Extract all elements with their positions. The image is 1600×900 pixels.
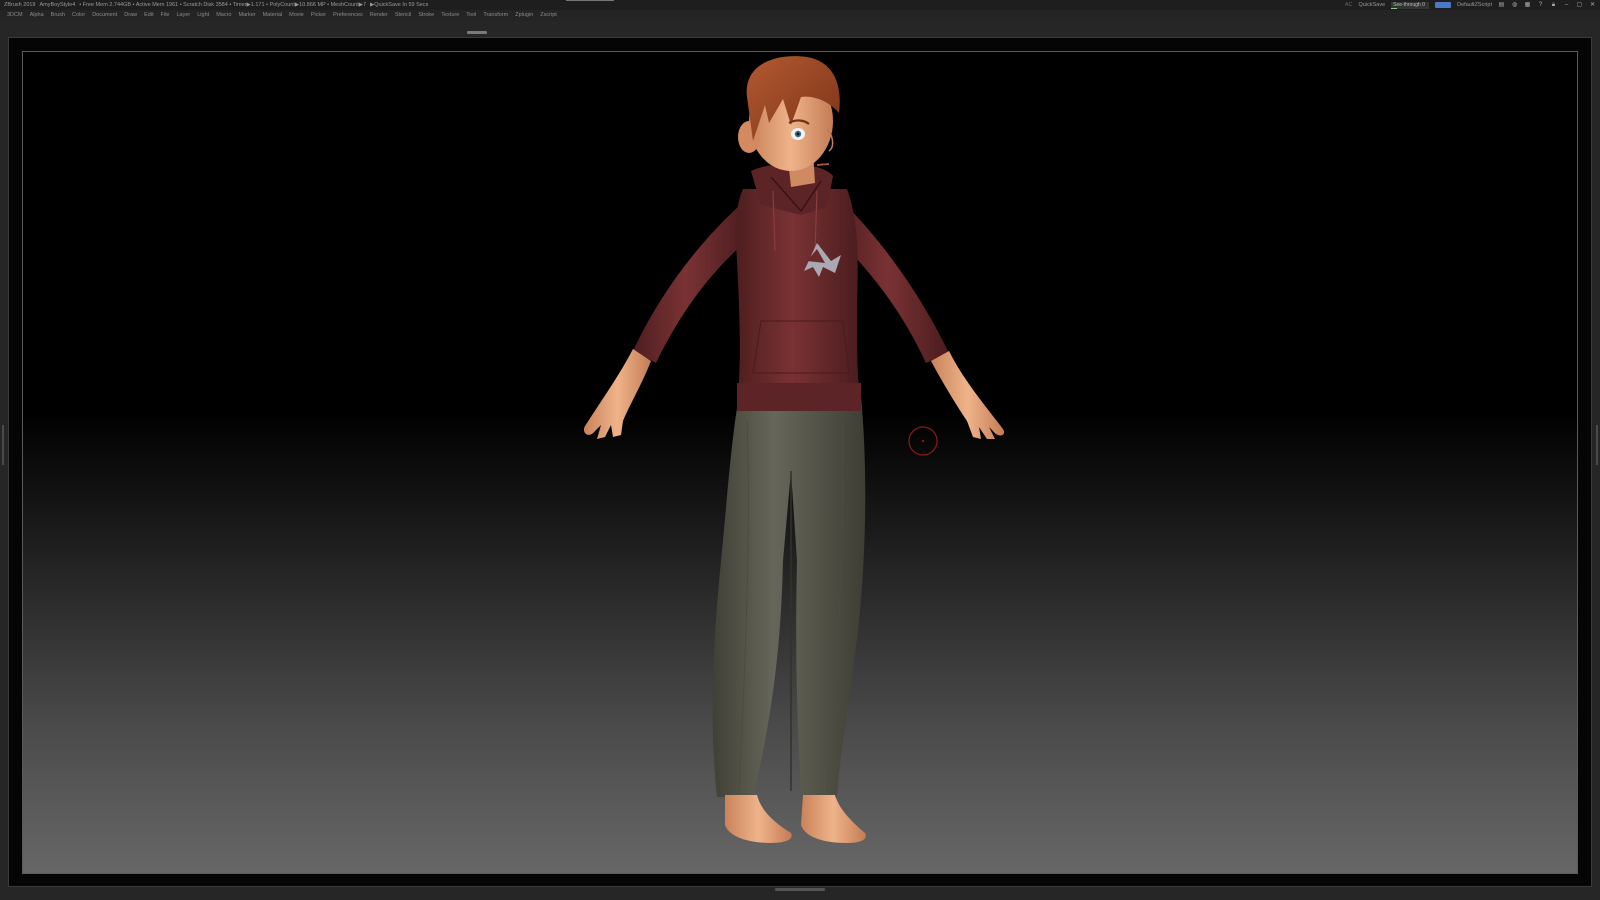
close-icon[interactable]: ✕ <box>1589 2 1596 8</box>
right-tray-handle[interactable] <box>1596 425 1598 465</box>
menu-item-color[interactable]: Color <box>72 10 85 21</box>
character-model[interactable] <box>23 52 1578 874</box>
see-through-value: 0 <box>1422 1 1425 8</box>
see-through-label: See-through <box>1393 1 1421 8</box>
feet <box>725 795 866 843</box>
right-arm <box>837 206 1005 439</box>
menu-item-layer[interactable]: Layer <box>176 10 190 21</box>
menu-item-render[interactable]: Render <box>370 10 388 21</box>
layout-icon[interactable]: ▦ <box>1524 2 1531 8</box>
menu-item-stencil[interactable]: Stencil <box>395 10 412 21</box>
menu-item-document[interactable]: Document <box>92 10 117 21</box>
tab-indicator <box>566 0 614 1</box>
bottom-shelf-handle[interactable] <box>775 888 825 891</box>
pants <box>712 396 866 797</box>
menu-item-tool[interactable]: Tool <box>466 10 476 21</box>
hoodie <box>735 164 861 411</box>
see-through-fill <box>1391 7 1398 9</box>
menu-item-texture[interactable]: Texture <box>441 10 459 21</box>
app-title: ZBrush 2019 <box>4 2 36 8</box>
project-name: AmyBoyStyle4 <box>39 2 76 8</box>
menu-item-transform[interactable]: Transform <box>483 10 508 21</box>
minimize-icon[interactable]: – <box>1563 2 1570 8</box>
menu-item-movie[interactable]: Movie <box>289 10 304 21</box>
menus-icon[interactable]: ▤ <box>1498 2 1505 8</box>
menu-item-3dcm[interactable]: 3DCM <box>7 10 23 21</box>
menu-item-alpha[interactable]: Alpha <box>30 10 44 21</box>
top-shelf-handle[interactable] <box>467 31 487 34</box>
lock-icon[interactable]: 🔒︎ <box>1550 2 1557 8</box>
menu-item-file[interactable]: File <box>161 10 170 21</box>
menu-item-brush[interactable]: Brush <box>51 10 65 21</box>
menu-item-light[interactable]: Light <box>197 10 209 21</box>
ac-label[interactable]: AC <box>1345 0 1353 10</box>
help-icon[interactable]: ? <box>1537 2 1544 8</box>
document-canvas[interactable] <box>22 51 1578 874</box>
brush-cursor-center <box>921 439 925 443</box>
menu-item-draw[interactable]: Draw <box>124 10 137 21</box>
menus-toggle-button[interactable] <box>1435 2 1452 8</box>
menu-item-picker[interactable]: Picker <box>311 10 326 21</box>
restore-icon[interactable]: ▢ <box>1576 2 1583 8</box>
menu-item-stroke[interactable]: Stroke <box>418 10 434 21</box>
quicksave-status: ▶QuickSave In 59 Secs <box>370 2 429 8</box>
quicksave-button[interactable]: QuickSave <box>1359 0 1386 10</box>
left-arm <box>583 206 749 439</box>
menu-item-zplugin[interactable]: Zplugin <box>515 10 533 21</box>
menu-item-marker[interactable]: Marker <box>238 10 255 21</box>
head <box>738 56 840 171</box>
interface-icon[interactable]: ◍ <box>1511 2 1518 8</box>
script-label[interactable]: DefaultZScript <box>1457 0 1492 10</box>
menu-item-material[interactable]: Material <box>263 10 283 21</box>
title-bar: ZBrush 2019 AmyBoyStyle4 • Free Mem 2.74… <box>0 0 1600 10</box>
menu-item-preferences[interactable]: Preferences <box>333 10 363 21</box>
left-tray-handle[interactable] <box>2 425 4 465</box>
menu-bar: 3DCM Alpha Brush Color Document Draw Edi… <box>0 10 1600 21</box>
menu-item-edit[interactable]: Edit <box>144 10 153 21</box>
see-through-slider[interactable]: See-through 0 <box>1391 1 1430 9</box>
menu-item-macro[interactable]: Macro <box>216 10 231 21</box>
memory-stats: • Free Mem 2.744GB • Active Mem 1961 • S… <box>79 2 367 8</box>
menu-item-zscript[interactable]: Zscript <box>540 10 557 21</box>
